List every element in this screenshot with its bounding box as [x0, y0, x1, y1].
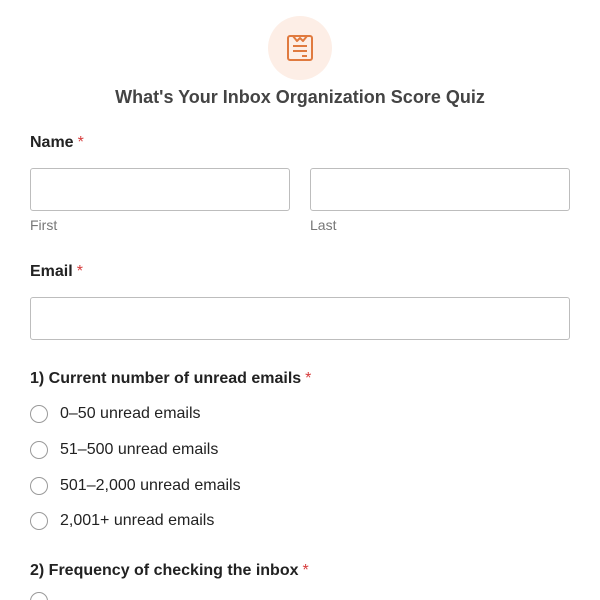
q1-option[interactable]: 0–50 unread emails	[30, 403, 201, 425]
q1-option-label: 51–500 unread emails	[60, 441, 219, 458]
radio-button[interactable]	[30, 592, 48, 600]
email-label: Email *	[30, 263, 83, 281]
first-name-sublabel: First	[30, 217, 58, 233]
q2-option[interactable]	[30, 590, 60, 600]
q1-option-label: 0–50 unread emails	[60, 405, 201, 422]
q1-label: 1) Current number of unread emails *	[30, 370, 311, 388]
q1-label-text: 1) Current number of unread emails	[30, 370, 302, 387]
q1-option-label: 501–2,000 unread emails	[60, 477, 241, 494]
required-asterisk: *	[302, 562, 309, 579]
radio-button[interactable]	[30, 477, 48, 495]
email-input[interactable]	[30, 297, 570, 340]
radio-button[interactable]	[30, 405, 48, 423]
email-label-text: Email	[30, 263, 73, 280]
first-name-input[interactable]	[30, 168, 290, 211]
required-asterisk: *	[77, 134, 84, 151]
radio-button[interactable]	[30, 441, 48, 459]
form-document-icon	[287, 35, 313, 61]
last-name-input[interactable]	[310, 168, 570, 211]
q2-label: 2) Frequency of checking the inbox *	[30, 562, 309, 580]
required-asterisk: *	[76, 263, 83, 280]
q1-option-label: 2,001+ unread emails	[60, 512, 215, 529]
form-title: What's Your Inbox Organization Score Qui…	[115, 87, 485, 107]
form-header-badge	[268, 16, 332, 80]
last-name-sublabel: Last	[310, 217, 337, 233]
name-label: Name *	[30, 134, 84, 152]
required-asterisk: *	[305, 370, 312, 387]
q1-option[interactable]: 51–500 unread emails	[30, 439, 218, 461]
q1-option[interactable]: 2,001+ unread emails	[30, 510, 214, 532]
q1-option[interactable]: 501–2,000 unread emails	[30, 475, 241, 497]
q2-label-text: 2) Frequency of checking the inbox	[30, 562, 299, 579]
quiz-form-page: What's Your Inbox Organization Score Qui…	[0, 0, 600, 600]
radio-button[interactable]	[30, 512, 48, 530]
name-label-text: Name	[30, 134, 74, 151]
